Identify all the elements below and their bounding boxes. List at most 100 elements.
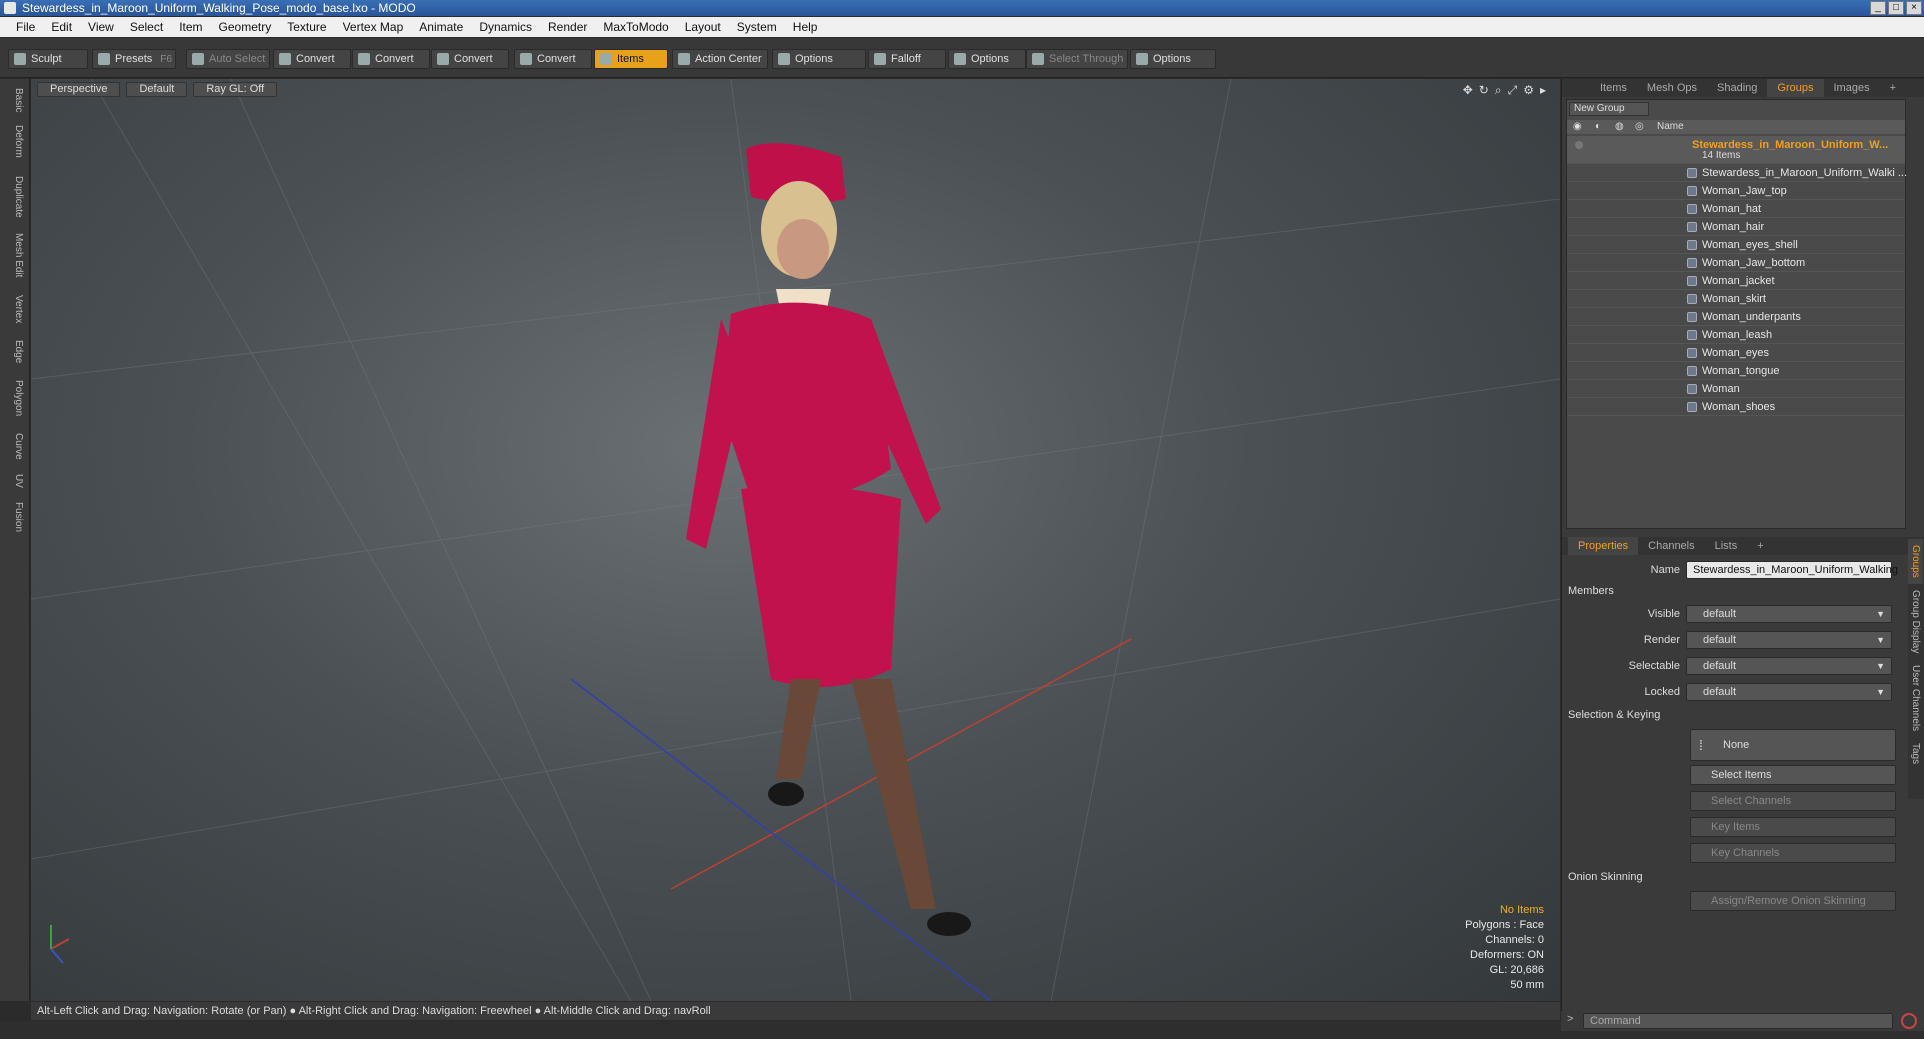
menu-dynamics[interactable]: Dynamics <box>471 20 540 34</box>
convert-button-3[interactable]: Convert <box>431 49 509 69</box>
list-item[interactable]: Woman_hair <box>1567 218 1905 236</box>
tab-curve[interactable]: Curve <box>6 431 24 461</box>
options-button-1[interactable]: Options <box>772 49 866 69</box>
list-item[interactable]: Woman <box>1567 380 1905 398</box>
sculpt-button[interactable]: Sculpt <box>8 49 88 69</box>
tab-basic[interactable]: Basic <box>6 85 24 115</box>
items-mode-button[interactable]: Items <box>594 49 668 69</box>
action-center-button[interactable]: Action Center <box>672 49 768 69</box>
tab-mesh-ops[interactable]: Mesh Ops <box>1637 79 1707 97</box>
zoom-icon[interactable]: ⌕ <box>1495 83 1502 98</box>
tab-edge[interactable]: Edge <box>6 337 24 367</box>
name-field[interactable]: Stewardess_in_Maroon_Uniform_Walking <box>1686 561 1898 579</box>
side-tab-user-channels[interactable]: User Channels <box>1908 659 1923 737</box>
auto-select-button[interactable]: Auto Select <box>186 49 270 69</box>
menu-render[interactable]: Render <box>540 20 595 34</box>
add-tab-icon[interactable]: + <box>1880 79 1906 97</box>
members-section[interactable]: Members <box>1568 585 1614 597</box>
menu-maxtomodo[interactable]: MaxToModo <box>595 20 676 34</box>
list-item[interactable]: Woman_eyes_shell <box>1567 236 1905 254</box>
menu-vertex-map[interactable]: Vertex Map <box>335 20 412 34</box>
list-item[interactable]: Woman_eyes <box>1567 344 1905 362</box>
menu-edit[interactable]: Edit <box>43 20 80 34</box>
mesh-icon <box>1687 366 1697 376</box>
menu-animate[interactable]: Animate <box>411 20 471 34</box>
menu-geometry[interactable]: Geometry <box>211 20 280 34</box>
tab-items[interactable]: Items <box>1590 79 1637 97</box>
menu-system[interactable]: System <box>729 20 785 34</box>
selectable-dropdown[interactable]: default ▼ <box>1686 657 1892 675</box>
tab-mesh-edit[interactable]: Mesh Edit <box>6 231 24 279</box>
convert-button-2[interactable]: Convert <box>352 49 430 69</box>
3d-viewport[interactable]: Perspective Default Ray GL: Off ✥ ↻ ⌕ ⤢ … <box>31 79 1560 1001</box>
gear-icon[interactable]: ⚙ <box>1523 83 1534 98</box>
tab-duplicate[interactable]: Duplicate <box>6 173 24 221</box>
list-item[interactable]: Woman_hat <box>1567 200 1905 218</box>
onion-skinning-section[interactable]: Onion Skinning <box>1568 871 1643 883</box>
list-item[interactable]: Woman_tongue <box>1567 362 1905 380</box>
tab-polygon[interactable]: Polygon <box>6 377 24 419</box>
maximize-button[interactable]: □ <box>1888 1 1904 15</box>
rotate-icon[interactable]: ↻ <box>1479 83 1489 98</box>
none-button[interactable]: ⁞ None <box>1690 729 1896 761</box>
list-item[interactable]: Stewardess_in_Maroon_Uniform_Walki ... <box>1567 164 1907 182</box>
menu-texture[interactable]: Texture <box>279 20 334 34</box>
new-group-button[interactable]: New Group <box>1569 102 1649 116</box>
select-items-button[interactable]: Select Items <box>1690 765 1896 785</box>
render-column-icon: ◐ <box>1595 121 1602 132</box>
list-item[interactable]: Woman_Jaw_top <box>1567 182 1905 200</box>
menu-select[interactable]: Select <box>122 20 171 34</box>
sculpt-icon <box>14 53 26 65</box>
tab-deform[interactable]: Deform <box>6 123 24 159</box>
options-button-2[interactable]: Options <box>948 49 1026 69</box>
list-item[interactable]: Woman_Jaw_bottom <box>1567 254 1905 272</box>
tab-uv[interactable]: UV <box>6 471 24 491</box>
select-through-button[interactable]: Select Through <box>1026 49 1128 69</box>
assign-onion-button[interactable]: Assign/Remove Onion Skinning <box>1690 891 1896 911</box>
select-channels-button[interactable]: Select Channels <box>1690 791 1896 811</box>
command-input[interactable]: Command <box>1583 1013 1893 1029</box>
eye-icon[interactable] <box>1575 141 1583 149</box>
maximize-icon[interactable]: ⤢ <box>1508 83 1518 98</box>
menu-view[interactable]: View <box>80 20 122 34</box>
pan-icon[interactable]: ✥ <box>1463 83 1473 98</box>
menu-item[interactable]: Item <box>171 20 210 34</box>
tab-groups[interactable]: Groups <box>1767 79 1824 97</box>
presets-button[interactable]: Presets F6 <box>92 49 176 69</box>
group-row[interactable]: Stewardess_in_Maroon_Uniform_W... 14 Ite… <box>1567 136 1905 164</box>
convert-button-4[interactable]: Convert <box>514 49 592 69</box>
list-item[interactable]: Woman_underpants <box>1567 308 1905 326</box>
tab-vertex[interactable]: Vertex <box>6 291 24 327</box>
minimize-button[interactable]: _ <box>1870 1 1886 15</box>
tab-fusion[interactable]: Fusion <box>6 499 24 535</box>
tab-shading[interactable]: Shading <box>1707 79 1767 97</box>
arrow-right-icon[interactable]: ▸ <box>1540 83 1546 98</box>
locked-dropdown[interactable]: default ▼ <box>1686 683 1892 701</box>
key-channels-button[interactable]: Key Channels <box>1690 843 1896 863</box>
projection-dropdown[interactable]: Perspective <box>37 82 121 97</box>
side-tab-tags[interactable]: Tags <box>1908 737 1923 770</box>
selection-keying-section[interactable]: Selection & Keying <box>1568 709 1660 721</box>
tab-images[interactable]: Images <box>1824 79 1880 97</box>
auto-select-icon <box>192 53 204 65</box>
list-item[interactable]: Woman_shoes <box>1567 398 1905 416</box>
visible-dropdown[interactable]: default ▼ <box>1686 605 1892 623</box>
list-item[interactable]: Woman_skirt <box>1567 290 1905 308</box>
convert-button-1[interactable]: Convert <box>273 49 351 69</box>
side-tab-groups[interactable]: Groups <box>1908 539 1923 584</box>
falloff-button[interactable]: Falloff <box>868 49 946 69</box>
options-button-3[interactable]: Options <box>1130 49 1216 69</box>
list-item[interactable]: Woman_leash <box>1567 326 1905 344</box>
hud-channels: Channels: 0 <box>1485 934 1544 946</box>
close-button[interactable]: × <box>1906 1 1922 15</box>
raygl-toggle[interactable]: Ray GL: Off <box>193 82 278 97</box>
menu-layout[interactable]: Layout <box>677 20 729 34</box>
menu-help[interactable]: Help <box>785 20 826 34</box>
record-icon[interactable] <box>1901 1013 1917 1029</box>
side-tab-group-display[interactable]: Group Display <box>1908 584 1923 659</box>
key-items-button[interactable]: Key Items <box>1690 817 1896 837</box>
render-dropdown[interactable]: default ▼ <box>1686 631 1892 649</box>
shading-dropdown[interactable]: Default <box>126 82 188 97</box>
list-item[interactable]: Woman_jacket <box>1567 272 1905 290</box>
menu-file[interactable]: File <box>8 20 43 34</box>
